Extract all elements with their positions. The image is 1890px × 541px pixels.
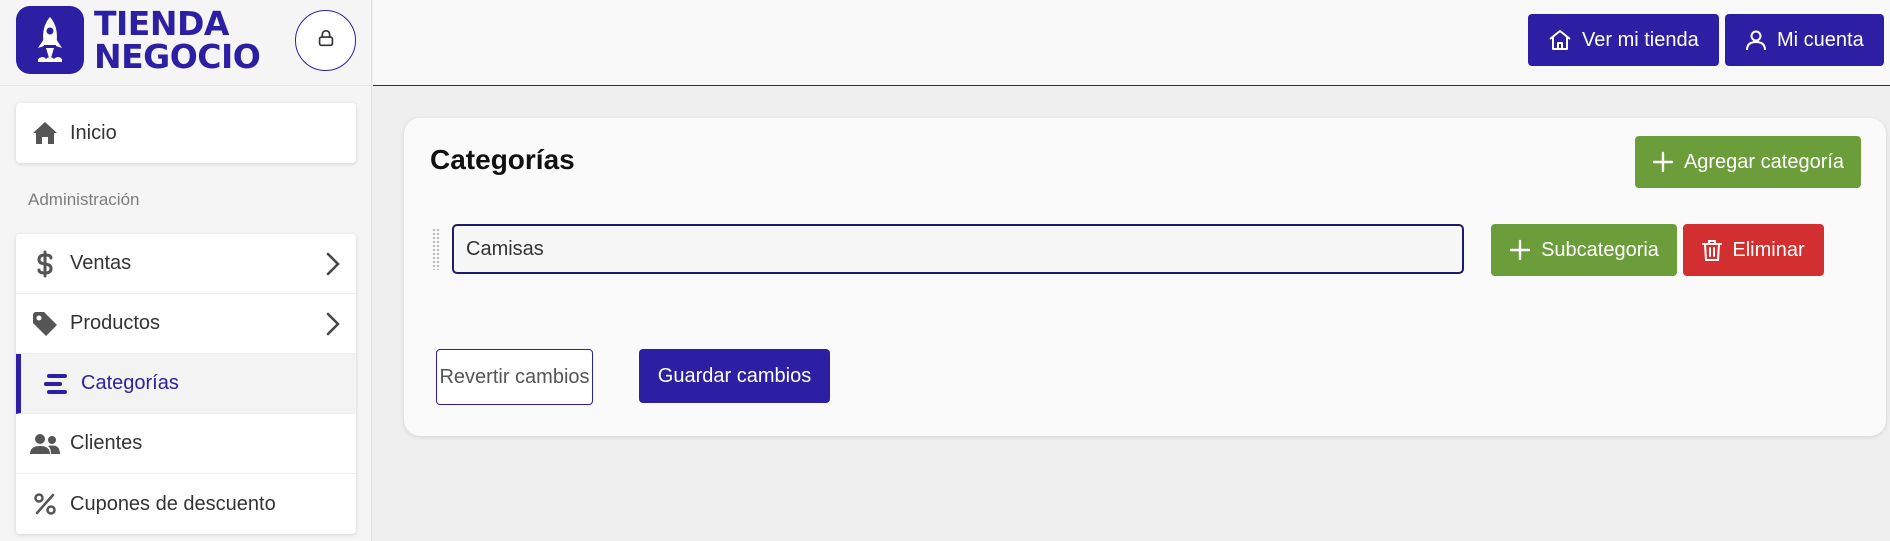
chevron-right-icon	[326, 252, 340, 282]
categories-panel: Categorías Agregar categoría Subcategori…	[404, 118, 1886, 436]
rocket-icon	[16, 6, 84, 74]
section-label-administracion: Administración	[28, 190, 140, 209]
categories-icon	[41, 369, 71, 399]
brand-line-2: NEGOCIO	[94, 37, 261, 76]
revert-changes-button[interactable]: Revertir cambios	[436, 349, 593, 405]
trash-icon	[1702, 239, 1723, 261]
user-icon	[1745, 29, 1767, 51]
tag-icon	[30, 309, 60, 339]
top-bar: Ver mi tienda Mi cuenta	[373, 0, 1890, 86]
sidebar-item-label: Productos	[70, 312, 161, 334]
sidebar-item-label: Inicio	[70, 121, 117, 144]
sidebar-item-cupones[interactable]: Cupones de descuento	[16, 474, 356, 534]
sidebar-item-label: Cupones de descuento	[70, 492, 276, 515]
sidebar-item-label: Categorías	[81, 372, 179, 394]
sidebar-item-clientes[interactable]: Clientes	[16, 414, 356, 474]
add-category-label: Agregar categoría	[1683, 150, 1845, 173]
my-account-button[interactable]: Mi cuenta	[1725, 14, 1884, 66]
add-subcategory-button[interactable]: Subcategoria	[1491, 224, 1677, 276]
dollar-icon	[30, 249, 60, 279]
view-store-button[interactable]: Ver mi tienda	[1528, 14, 1719, 66]
sidebar-item-label: Clientes	[70, 432, 143, 454]
my-account-label: Mi cuenta	[1777, 28, 1864, 51]
save-changes-button[interactable]: Guardar cambios	[639, 349, 830, 403]
add-category-button[interactable]: Agregar categoría	[1635, 136, 1861, 188]
users-icon	[30, 429, 60, 459]
sidebar-item-ventas[interactable]: Ventas	[16, 234, 356, 294]
home-nav-card: Inicio	[16, 103, 356, 163]
delete-category-button[interactable]: Eliminar	[1683, 224, 1824, 276]
brand-name: TIENDA NEGOCIO	[94, 4, 261, 76]
store-icon	[1548, 29, 1572, 51]
home-icon	[30, 118, 60, 148]
sidebar-item-productos[interactable]: Productos	[16, 294, 356, 354]
view-store-label: Ver mi tienda	[1582, 28, 1699, 51]
drag-handle-icon[interactable]	[432, 228, 440, 270]
category-name-input[interactable]	[452, 224, 1464, 274]
sidebar-item-categorias[interactable]: Categorías	[16, 354, 356, 414]
sidebar: TIENDA NEGOCIO Inicio Administración Ven…	[0, 0, 372, 541]
lock-icon	[315, 27, 337, 54]
delete-category-label: Eliminar	[1732, 238, 1805, 261]
lock-sidebar-button[interactable]	[295, 10, 356, 71]
sidebar-divider	[0, 85, 372, 86]
sidebar-item-label: Ventas	[70, 252, 132, 274]
brand-line-1: TIENDA	[94, 4, 229, 43]
plus-icon	[1509, 239, 1531, 261]
add-subcategory-label: Subcategoria	[1541, 238, 1659, 261]
plus-icon	[1652, 151, 1674, 173]
sidebar-item-inicio[interactable]: Inicio	[16, 103, 356, 163]
page-title: Categorías	[430, 144, 575, 175]
admin-nav-card: Ventas Productos Categorías Clientes Cup…	[16, 234, 356, 534]
percent-icon	[30, 489, 60, 519]
brand-logo[interactable]: TIENDA NEGOCIO	[16, 4, 261, 76]
chevron-right-icon	[326, 312, 340, 342]
